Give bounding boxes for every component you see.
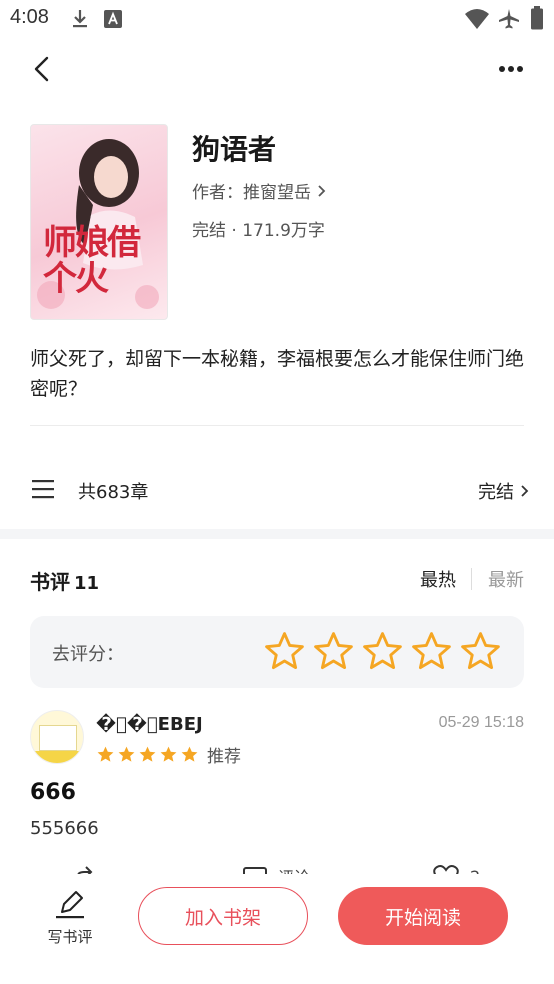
avatar-image: [39, 725, 77, 751]
review-count: 11: [74, 573, 100, 594]
book-cover[interactable]: 师娘借个火: [30, 124, 168, 320]
rate-star-icon[interactable]: [410, 630, 453, 673]
chevron-right-icon: [521, 485, 529, 497]
chapter-status: 完结: [478, 478, 530, 504]
review-title-text: 书评: [30, 570, 70, 594]
more-dots-icon: [499, 66, 523, 72]
avatar-band: [31, 751, 83, 763]
battery-icon: [531, 6, 543, 30]
chapter-status-label: 完结: [478, 482, 514, 503]
review-body: 555666: [30, 818, 99, 839]
author-label: 作者：: [192, 183, 243, 203]
pencil-icon: [56, 891, 84, 919]
review-section-title: 书评 11: [30, 566, 99, 595]
author-link[interactable]: 作者： 推窗望岳: [192, 178, 327, 203]
rate-star-icon[interactable]: [361, 630, 404, 673]
write-review-label: 写书评: [47, 928, 93, 946]
back-button[interactable]: [26, 52, 60, 86]
bottom-bar: 写书评 加入书架 开始阅读: [0, 874, 554, 984]
start-reading-button[interactable]: 开始阅读: [338, 887, 508, 945]
book-title: 狗语者: [192, 133, 277, 166]
filled-star-icon: [181, 746, 198, 762]
rating-stars: [263, 630, 502, 673]
rating-box: 去评分：: [30, 616, 524, 688]
filled-star-icon: [97, 746, 114, 762]
review-header: 书评 11 最热 最新: [30, 564, 524, 594]
sort-new-tab[interactable]: 最新: [488, 566, 524, 592]
review-time: 05-29 15:18: [438, 714, 524, 731]
cover-title: 师娘借个火: [43, 223, 141, 299]
wifi-icon: [465, 9, 489, 29]
review-stars: 推荐: [96, 742, 241, 767]
rate-star-icon[interactable]: [459, 630, 502, 673]
chevron-right-icon: [318, 184, 326, 197]
filled-star-icon: [160, 746, 177, 762]
rate-star-icon[interactable]: [312, 630, 355, 673]
filled-star-icon: [118, 746, 135, 762]
chevron-left-icon: [34, 56, 49, 82]
menu-list-icon: [32, 480, 54, 499]
reviewer-name: � � EBEJ: [96, 714, 203, 735]
sort-hot-tab[interactable]: 最热: [420, 566, 456, 592]
author-name: 推窗望岳: [243, 183, 311, 203]
write-review-button[interactable]: 写书评: [44, 890, 96, 947]
rate-label: 去评分：: [52, 644, 124, 665]
review-headline: 666: [30, 780, 76, 805]
book-description: 师父死了，却留下一本秘籍，李福根要怎么才能保住师门绝密呢？: [30, 348, 525, 400]
sort-divider: [471, 568, 472, 590]
avatar[interactable]: [30, 710, 84, 764]
book-status-line: 完结 · 171.9万字: [192, 221, 325, 241]
status-bar: 4:08: [0, 0, 554, 38]
status-time: 4:08: [10, 6, 49, 28]
rate-star-icon[interactable]: [263, 630, 306, 673]
filled-star-icon: [139, 746, 156, 762]
recommend-tag: 推荐: [207, 747, 241, 767]
chapter-count: 共683章: [78, 482, 149, 503]
a-badge-icon: [104, 10, 122, 28]
more-button[interactable]: [496, 56, 530, 82]
download-icon: [73, 10, 87, 28]
chapter-list-row[interactable]: 共683章 完结: [0, 464, 554, 516]
divider: [30, 425, 524, 426]
airplane-icon: [499, 9, 519, 29]
section-separator: [0, 529, 554, 539]
add-to-shelf-button[interactable]: 加入书架: [138, 887, 308, 945]
